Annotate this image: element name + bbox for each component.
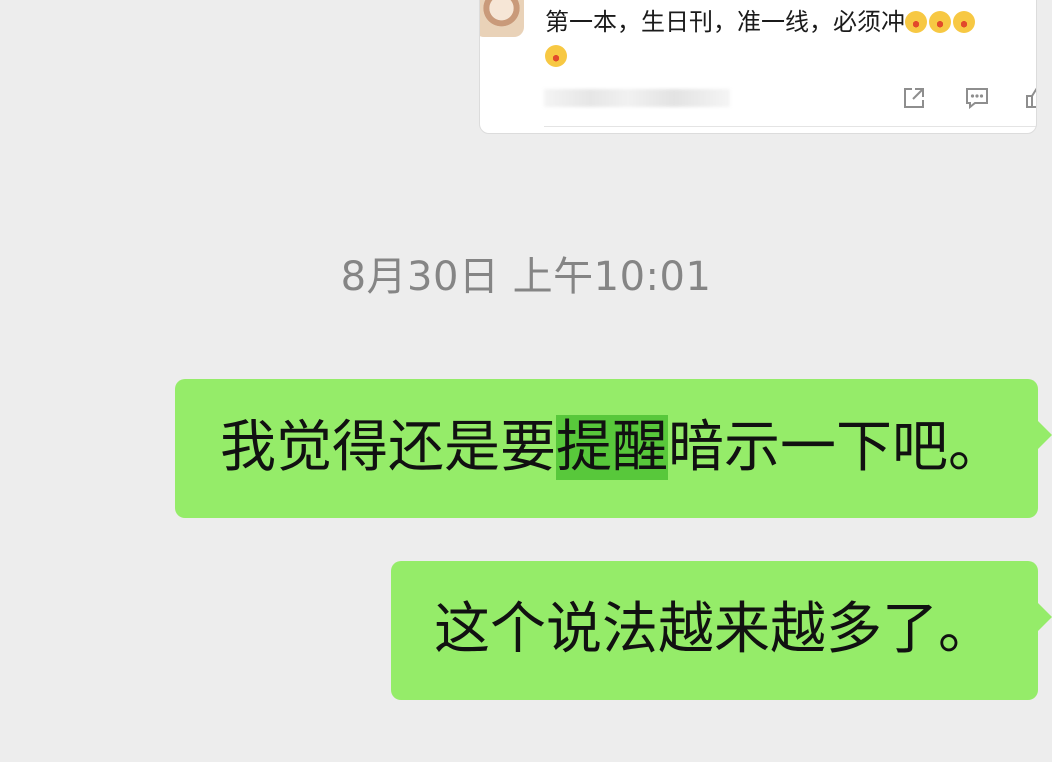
shared-card-caption: 第一本，生日刊，准一线，必须冲 [545,8,905,36]
message-text: 我觉得还是要 [220,415,556,480]
message-bubble[interactable]: 这个说法越来越多了。 [391,561,1052,700]
message-bubble[interactable]: 我觉得还是要提醒暗示一下吧。 [175,379,1052,518]
avatar[interactable] [480,0,524,37]
message-timestamp: 8月30日 上午10:01 [340,254,712,300]
share-icon[interactable] [901,85,927,111]
bubble-tail [1038,421,1052,449]
screaming-face-emoji-icon [953,11,975,33]
divider [544,126,1036,127]
shared-moment-card[interactable]: 第一本，生日刊，准一线，必须冲 [479,0,1037,134]
comment-icon[interactable] [964,85,990,111]
message-text: 这个说法越来越多了。 [434,597,994,662]
screaming-face-emoji-icon [905,11,927,33]
bubble-tail [1038,603,1052,631]
shared-card-text: 第一本，生日刊，准一线，必须冲 [545,5,1036,73]
blurred-content [544,89,730,107]
selected-text[interactable]: 提醒 [556,415,668,480]
screaming-face-emoji-icon [929,11,951,33]
message-text: 暗示一下吧。 [668,415,1004,480]
like-icon[interactable] [1024,85,1037,111]
screaming-face-emoji-icon [545,45,567,67]
